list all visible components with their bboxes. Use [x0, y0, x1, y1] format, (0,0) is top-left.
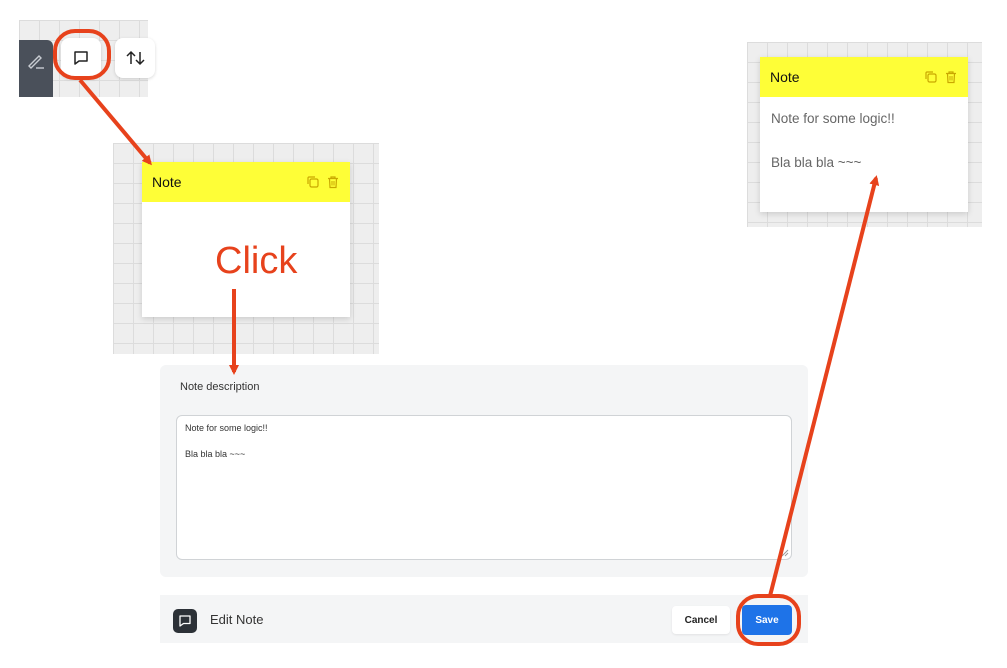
- note-card-filled[interactable]: Note Note for some logic!! Bla bla bla ~…: [760, 57, 968, 212]
- toolbar-crop: [19, 20, 155, 97]
- note-title: Note: [152, 174, 182, 190]
- save-button[interactable]: Save: [742, 605, 792, 635]
- note-description-panel: Note description Note for some logic!! B…: [160, 365, 808, 577]
- trash-icon[interactable]: [944, 70, 958, 84]
- click-annotation: Click: [215, 240, 298, 282]
- footer-title: Edit Note: [210, 612, 264, 627]
- sort-button[interactable]: [115, 38, 155, 78]
- edit-note-footer: Edit Note Cancel Save: [160, 595, 808, 643]
- copy-icon[interactable]: [924, 70, 938, 84]
- note-header: Note: [142, 162, 350, 202]
- chat-bubble-icon: [74, 51, 88, 65]
- note-body: Note for some logic!! Bla bla bla ~~~: [760, 97, 968, 173]
- cancel-button[interactable]: Cancel: [672, 606, 730, 634]
- resize-grip-icon[interactable]: [781, 549, 789, 557]
- description-label: Note description: [180, 381, 260, 393]
- chat-bubble-icon: [179, 615, 191, 627]
- tool-panel: [19, 40, 53, 97]
- textarea-line: Note for some logic!!: [185, 423, 268, 433]
- description-textarea[interactable]: Note for some logic!! Bla bla bla ~~~: [176, 415, 792, 560]
- textarea-line: Bla bla bla ~~~: [185, 449, 246, 459]
- note-line: Bla bla bla ~~~: [771, 155, 862, 170]
- note-type-badge: [173, 609, 197, 633]
- trash-icon[interactable]: [326, 175, 340, 189]
- note-line: Note for some logic!!: [771, 111, 895, 126]
- note-title: Note: [770, 69, 800, 85]
- note-header: Note: [760, 57, 968, 97]
- pen-icon[interactable]: [26, 50, 46, 70]
- copy-icon[interactable]: [306, 175, 320, 189]
- sort-arrows-icon: [126, 50, 145, 66]
- add-note-button[interactable]: [61, 38, 101, 78]
